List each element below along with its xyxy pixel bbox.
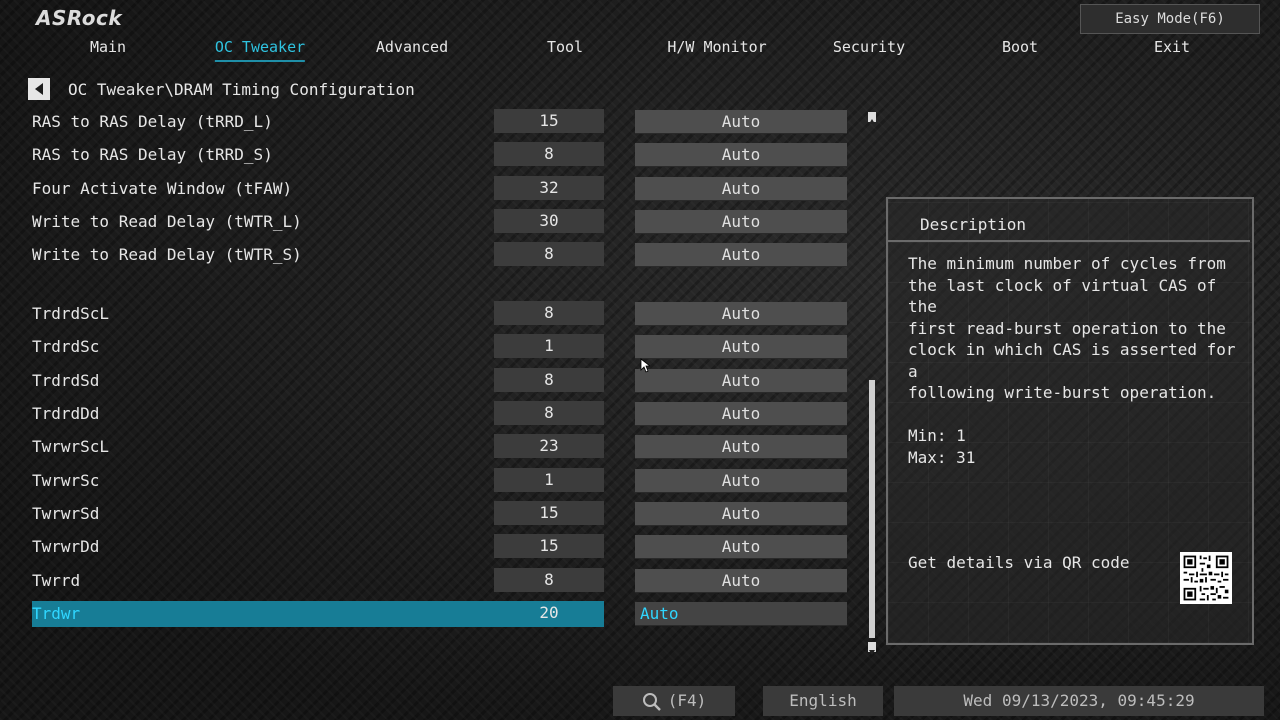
description-title: Description	[920, 215, 1026, 234]
row-label: TwrwrSd	[32, 504, 100, 523]
breadcrumb-path: OC Tweaker\DRAM Timing Configuration	[68, 79, 415, 99]
scroll-down-arrow-icon[interactable]	[868, 642, 876, 655]
row-setting-input[interactable]: Auto	[635, 569, 847, 593]
row-label: TwrwrDd	[32, 537, 100, 556]
row-current-value: 32	[494, 176, 604, 200]
qr-code-icon[interactable]	[1180, 552, 1232, 604]
row-label: TrdrdSc	[32, 337, 100, 356]
main-nav: Main OC Tweaker Advanced Tool H/W Monito…	[0, 38, 1280, 64]
tab-oc-tweaker[interactable]: OC Tweaker	[214, 38, 306, 62]
back-arrow-icon[interactable]	[28, 78, 50, 100]
row-label: Write to Read Delay (tWTR_L)	[32, 212, 302, 231]
row-setting-input[interactable]: Auto	[635, 369, 847, 393]
row-current-value: 8	[494, 568, 604, 592]
row-setting-input[interactable]: Auto	[635, 177, 847, 201]
row-setting-input[interactable]: Auto	[635, 469, 847, 493]
scrollbar-thumb[interactable]	[869, 380, 875, 638]
row-label: TwrwrSc	[32, 471, 100, 490]
row-setting-input[interactable]: Auto	[635, 110, 847, 134]
row-current-value: 20	[539, 603, 559, 622]
row-current-value: 8	[494, 301, 604, 325]
row-setting-input[interactable]: Auto	[635, 302, 847, 326]
row-setting-input[interactable]: Auto	[635, 502, 847, 526]
row-current-value: 23	[494, 434, 604, 458]
row-current-value: 1	[494, 468, 604, 492]
row-current-value: 15	[494, 534, 604, 558]
row-setting-input[interactable]: Auto	[635, 435, 847, 459]
row-label: Trdwr	[32, 604, 81, 623]
tab-hw-monitor[interactable]: H/W Monitor	[667, 38, 766, 56]
row-setting-input[interactable]: Auto	[635, 535, 847, 559]
row-setting-input[interactable]: Auto	[635, 402, 847, 426]
search-button[interactable]: (F4)	[613, 686, 735, 716]
row-label: TwrwrScL	[32, 437, 110, 456]
search-icon	[642, 692, 661, 711]
row-setting-input[interactable]: Auto	[635, 602, 847, 626]
tab-boot[interactable]: Boot	[1002, 38, 1038, 56]
row-current-value: 30	[494, 209, 604, 233]
row-current-value: 15	[494, 109, 604, 133]
scroll-up-arrow-icon[interactable]	[868, 112, 876, 124]
description-divider	[888, 240, 1250, 242]
row-label: TrdrdScL	[32, 304, 110, 323]
row-setting-input[interactable]: Auto	[635, 335, 847, 359]
breadcrumb: OC Tweaker\DRAM Timing Configuration	[28, 78, 415, 100]
row-label: RAS to RAS Delay (tRRD_L)	[32, 112, 273, 131]
row-label: Twrrd	[32, 571, 81, 590]
row-label: Four Activate Window (tFAW)	[32, 179, 293, 198]
tab-main[interactable]: Main	[90, 38, 126, 56]
asrock-logo: ASRock	[36, 6, 123, 30]
row-label: TrdrdSd	[32, 371, 100, 390]
row-setting-input[interactable]: Auto	[635, 210, 847, 234]
scrollbar[interactable]	[868, 112, 876, 655]
tab-exit[interactable]: Exit	[1154, 38, 1190, 56]
row-setting-input[interactable]: Auto	[635, 243, 847, 267]
row-current-value: 8	[494, 368, 604, 392]
easy-mode-button[interactable]: Easy Mode(F6)	[1080, 4, 1260, 34]
tab-advanced[interactable]: Advanced	[376, 38, 448, 56]
row-setting-input[interactable]: Auto	[635, 143, 847, 167]
search-shortcut-label: (F4)	[667, 691, 707, 710]
row-current-value: 1	[494, 334, 604, 358]
tab-tool[interactable]: Tool	[547, 38, 583, 56]
row-label: RAS to RAS Delay (tRRD_S)	[32, 145, 273, 164]
tab-security[interactable]: Security	[833, 38, 905, 56]
mouse-cursor-icon	[640, 358, 650, 373]
row-label: TrdrdDd	[32, 404, 100, 423]
date-time-display: Wed 09/13/2023, 09:45:29	[894, 686, 1264, 716]
row-current-value: 8	[494, 401, 604, 425]
language-button[interactable]: English	[763, 686, 883, 716]
row-current-value: 8	[494, 142, 604, 166]
row-label: Write to Read Delay (tWTR_S)	[32, 245, 302, 264]
description-panel: Description The minimum number of cycles…	[886, 197, 1254, 645]
row-current-value: 15	[494, 501, 604, 525]
description-text: The minimum number of cycles from the la…	[908, 254, 1236, 467]
qr-caption: Get details via QR code	[908, 553, 1130, 572]
row-current-value: 8	[494, 242, 604, 266]
